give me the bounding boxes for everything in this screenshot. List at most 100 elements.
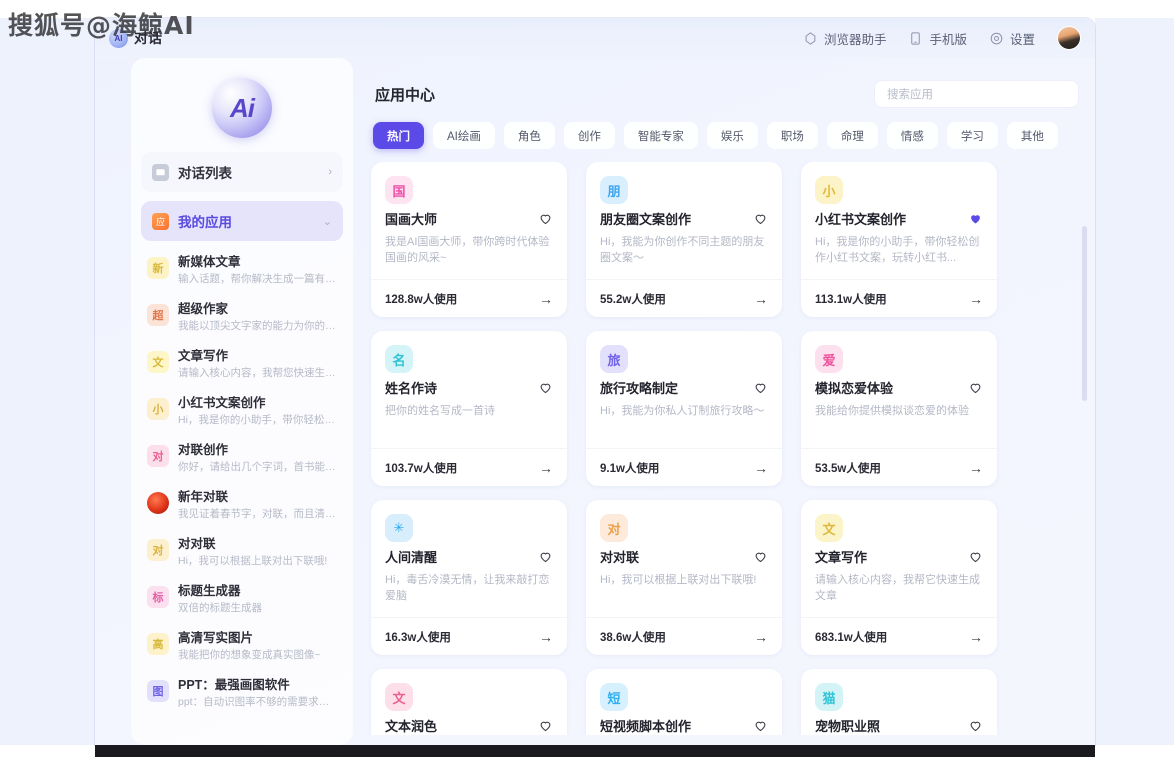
app-card-footer: 128.8w人使用 → bbox=[371, 279, 567, 317]
heart-outline-icon[interactable] bbox=[538, 211, 553, 226]
sidebar-app-item[interactable]: 新新媒体文章 输入话题，帮你解决生成一篇有深… bbox=[143, 247, 347, 294]
tab-5[interactable]: 娱乐 bbox=[706, 122, 758, 149]
heart-outline-icon[interactable] bbox=[753, 211, 768, 226]
sidebar-app-item[interactable]: 文文章写作 请输入核心内容，我帮您快速生… bbox=[143, 341, 347, 388]
sidebar-app-item[interactable]: 标标题生成器 双倍的标题生成器 bbox=[143, 576, 347, 623]
app-card[interactable]: 朋朋友圈文案创作 Hi，我能为你创作不同主题的朋友圈文案～ 55.2w人使用 → bbox=[586, 162, 782, 317]
arrow-right-icon[interactable]: → bbox=[539, 291, 553, 307]
app-card[interactable]: 爱模拟恋爱体验 我能给你提供模拟谈恋爱的体验 53.5w人使用 → bbox=[801, 331, 997, 486]
tab-6[interactable]: 职场 bbox=[766, 122, 818, 149]
app-card-desc: 把你的姓名写成一首诗 bbox=[385, 405, 495, 417]
sidebar-item-my-apps[interactable]: 应 我的应用 ⌄ bbox=[141, 201, 343, 241]
app-card-footer: 9.1w人使用 → bbox=[586, 448, 782, 486]
arrow-right-icon[interactable]: → bbox=[539, 460, 553, 476]
tab-4[interactable]: 智能专家 bbox=[623, 122, 698, 149]
sidebar-app-item[interactable]: 对对联创作 你好，请给出几个字词，首书能… bbox=[143, 435, 347, 482]
heart-outline-icon[interactable] bbox=[968, 718, 983, 733]
tab-9[interactable]: 学习 bbox=[946, 122, 998, 149]
arrow-right-icon[interactable]: → bbox=[754, 629, 768, 645]
app-card[interactable]: 国国画大师 我是AI国画大师，带你跨时代体验国画的风采~ 128.8w人使用 → bbox=[371, 162, 567, 317]
page-title: 应用中心 bbox=[375, 86, 436, 104]
app-card-icon: ✳ bbox=[385, 514, 413, 542]
tab-3[interactable]: 创作 bbox=[563, 122, 615, 149]
sidebar-app-item[interactable]: 高高清写实图片 我能把你的想象变成真实图像~ bbox=[143, 623, 347, 670]
sidebar-app-item[interactable]: 超超级作家 我能以顶尖文字家的能力为你的… bbox=[143, 294, 347, 341]
arrow-right-icon[interactable]: → bbox=[539, 629, 553, 645]
heart-filled-icon[interactable] bbox=[968, 211, 983, 226]
chat-list-icon bbox=[152, 163, 169, 181]
heart-outline-icon[interactable] bbox=[538, 549, 553, 564]
app-body: Ai 对话列表 › 应 我的应用 ⌄ 新新媒体文章 输入话题，帮你解决生成一篇有深… bbox=[95, 58, 1095, 745]
sidebar-app-desc: 你好，请给出几个字词，首书能… bbox=[178, 461, 336, 473]
app-card[interactable]: 猫宠物职业照→ bbox=[801, 669, 997, 735]
browser-assistant-button[interactable]: 浏览器助手 bbox=[803, 29, 886, 48]
sidebar-app-list[interactable]: 新新媒体文章 输入话题，帮你解决生成一篇有深… 超超级作家 我能以顶尖文字家的能力为你… bbox=[131, 247, 353, 745]
app-card[interactable]: 文文本润色→ bbox=[371, 669, 567, 735]
app-card[interactable]: 旅旅行攻略制定 Hi，我能为你私人订制旅行攻略～ 9.1w人使用 → bbox=[586, 331, 782, 486]
heart-outline-icon[interactable] bbox=[968, 380, 983, 395]
arrow-right-icon[interactable]: → bbox=[969, 629, 983, 645]
heart-outline-icon[interactable] bbox=[753, 718, 768, 733]
app-card-footer: 55.2w人使用 → bbox=[586, 279, 782, 317]
avatar[interactable] bbox=[1057, 26, 1081, 50]
tab-0[interactable]: 热门 bbox=[373, 122, 424, 149]
heart-outline-icon[interactable] bbox=[538, 380, 553, 395]
app-card[interactable]: 小小红书文案创作 Hi，我是你的小助手，带你轻松创作小红书文案，玩转小红书... 1… bbox=[801, 162, 997, 317]
app-card-usage-count: 55.2w人使用 bbox=[600, 293, 666, 306]
app-card-desc: Hi，我是你的小助手，带你轻松创作小红书文案，玩转小红书... bbox=[815, 236, 980, 264]
app-card-title: 文章写作 bbox=[815, 550, 868, 565]
ai-logo-icon: Ai bbox=[212, 78, 272, 138]
sidebar-app-icon: 高 bbox=[147, 633, 169, 655]
app-card[interactable]: 文文章写作 请输入核心内容，我帮它快速生成文章 683.1w人使用 → bbox=[801, 500, 997, 655]
sidebar-app-item[interactable]: 对对对联 Hi，我可以根据上联对出下联哦! bbox=[143, 529, 347, 576]
app-card-icon: 文 bbox=[385, 683, 413, 711]
app-card[interactable]: 名姓名作诗 把你的姓名写成一首诗 103.7w人使用 → bbox=[371, 331, 567, 486]
tab-2[interactable]: 角色 bbox=[503, 122, 555, 149]
app-card-icon: 文 bbox=[815, 514, 843, 542]
arrow-right-icon[interactable]: → bbox=[754, 291, 768, 307]
sidebar-app-text: 文章写作 请输入核心内容，我帮您快速生… bbox=[178, 349, 336, 380]
app-card-footer: 113.1w人使用 → bbox=[801, 279, 997, 317]
arrow-right-icon[interactable]: → bbox=[754, 460, 768, 476]
app-card-usage-count: 38.6w人使用 bbox=[600, 631, 666, 644]
tab-1[interactable]: AI绘画 bbox=[433, 122, 495, 149]
mobile-icon bbox=[908, 31, 923, 46]
category-tabs[interactable]: 热门 AI绘画 角色 创作 智能专家 娱乐 职场 命理 情感 学习 其他 bbox=[367, 108, 1079, 149]
app-card[interactable]: 短短视频脚本创作→ bbox=[586, 669, 782, 735]
app-card-title: 短视频脚本创作 bbox=[600, 719, 692, 734]
sidebar-app-item[interactable]: 图 PPT：最强画图软件 ppt：自动识图率不够的需要求… bbox=[143, 670, 347, 717]
tab-8[interactable]: 情感 bbox=[886, 122, 938, 149]
app-card-header: 宠物职业照 bbox=[815, 718, 983, 735]
settings-button[interactable]: 设置 bbox=[989, 29, 1035, 48]
app-card-desc: Hi，我能为你私人订制旅行攻略～ bbox=[600, 405, 765, 417]
search-input[interactable]: 搜索应用 bbox=[874, 80, 1079, 108]
tab-7[interactable]: 命理 bbox=[826, 122, 878, 149]
sidebar-item-conversation-list[interactable]: 对话列表 › bbox=[141, 152, 343, 192]
sidebar-app-title: 小红书文案创作 bbox=[178, 396, 266, 410]
heart-outline-icon[interactable] bbox=[753, 549, 768, 564]
arrow-right-icon[interactable]: → bbox=[969, 460, 983, 476]
chevron-down-icon: ⌄ bbox=[322, 215, 332, 228]
sidebar-app-text: 超级作家 我能以顶尖文字家的能力为你的… bbox=[178, 302, 336, 333]
heart-outline-icon[interactable] bbox=[538, 718, 553, 733]
scrollbar[interactable] bbox=[1082, 226, 1087, 745]
heart-outline-icon[interactable] bbox=[753, 380, 768, 395]
sidebar-app-title: 超级作家 bbox=[178, 302, 229, 316]
app-card-footer: 53.5w人使用 → bbox=[801, 448, 997, 486]
app-card[interactable]: ✳ 人间清醒 Hi，毒舌冷漠无情，让我来敲打恋爱脑 16.3w人使用 → bbox=[371, 500, 567, 655]
sidebar-app-item[interactable]: 小小红书文案创作 Hi，我是你的小助手，带你轻松… bbox=[143, 388, 347, 435]
sidebar-app-item[interactable]: 新年对联 我见证着春节字，对联，而且清… bbox=[143, 482, 347, 529]
mobile-version-label: 手机版 bbox=[929, 32, 967, 47]
app-card-header: 姓名作诗 bbox=[385, 380, 553, 397]
sidebar-app-icon bbox=[147, 492, 169, 514]
tab-10[interactable]: 其他 bbox=[1006, 122, 1058, 149]
app-card[interactable]: 对对对联 Hi，我可以根据上联对出下联哦! 38.6w人使用 → bbox=[586, 500, 782, 655]
scrollbar-thumb[interactable] bbox=[1082, 226, 1087, 401]
sidebar-app-icon: 文 bbox=[147, 351, 169, 373]
mobile-version-button[interactable]: 手机版 bbox=[908, 29, 967, 48]
titlebar: AI 对话 浏览器助手 手机版 设置 bbox=[95, 18, 1095, 58]
arrow-right-icon[interactable]: → bbox=[969, 291, 983, 307]
sidebar-app-text: 新年对联 我见证着春节字，对联，而且清… bbox=[178, 490, 336, 521]
titlebar-actions: 浏览器助手 手机版 设置 bbox=[803, 26, 1081, 50]
heart-outline-icon[interactable] bbox=[968, 549, 983, 564]
